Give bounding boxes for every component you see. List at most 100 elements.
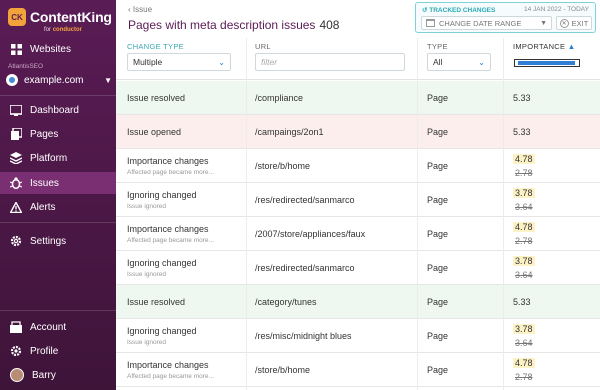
type-cell: Page — [427, 319, 497, 352]
page-type: Page — [427, 228, 449, 239]
importance-cell: 4.78 2.78 — [513, 149, 593, 182]
change-type-cell: Ignoring changed Issue ignored — [127, 183, 252, 216]
sidebar-divider — [0, 310, 116, 311]
type-cell: Page — [427, 115, 497, 148]
calendar-icon — [426, 19, 435, 27]
importance-cell: 3.78 3.64 — [513, 183, 593, 216]
url-cell: /store/b/home — [255, 353, 415, 386]
app-name: ContentKing — [30, 9, 112, 25]
url-cell: /category/tunes — [255, 285, 415, 318]
sidebar-item-account[interactable]: Account — [0, 316, 116, 338]
page-title-text: Pages with meta description issues — [128, 18, 316, 32]
type-cell: Page — [427, 183, 497, 216]
column-divider — [246, 38, 247, 390]
chevron-down-icon: ⌄ — [218, 57, 225, 67]
column-header-change-type[interactable]: CHANGE TYPE — [127, 42, 184, 51]
table-row[interactable]: Ignoring changed Issue ignored/res/redire… — [116, 251, 600, 285]
table-row[interactable]: Ignoring changed Issue ignored/res/redire… — [116, 183, 600, 217]
importance-cell: 4.78 2.78 — [513, 217, 593, 250]
change-type: Issue opened — [127, 126, 182, 137]
sidebar-item-label: Websites — [30, 43, 71, 55]
page-url: /category/tunes — [255, 296, 317, 307]
back-link[interactable]: ‹ Issue — [128, 5, 152, 14]
sidebar-item-dashboard[interactable]: Dashboard — [0, 99, 116, 121]
importance-previous-value: 3.64 — [515, 269, 533, 280]
table-row[interactable]: Issue resolved/category/tunes Page 5.33 — [116, 285, 600, 319]
change-type-filter[interactable]: Multiple ⌄ — [127, 53, 231, 71]
sidebar-item-pages[interactable]: Pages — [0, 123, 116, 145]
alerts-icon — [10, 201, 22, 213]
type-cell: Page — [427, 353, 497, 386]
dashboard-icon — [10, 104, 22, 116]
exit-label: EXIT — [571, 18, 589, 28]
change-type: Importance changes — [127, 155, 209, 166]
site-favicon-icon — [6, 74, 18, 86]
type-filter-value: All — [433, 57, 443, 67]
page-url: /store/b/home — [255, 364, 311, 375]
team-label: AtlantisSEO — [8, 63, 44, 70]
sidebar-item-profile[interactable]: Profile — [0, 340, 116, 362]
page-type: Page — [427, 262, 449, 273]
importance-range-slider[interactable] — [514, 59, 580, 67]
url-cell: /campaings/2on1 — [255, 115, 415, 148]
change-date-range-button[interactable]: CHANGE DATE RANGE ▼ — [421, 16, 552, 30]
sidebar-item-websites[interactable]: Websites — [0, 38, 116, 60]
importance-cell: 4.78 2.78 — [513, 353, 593, 386]
tracked-changes-label: ↺ TRACKED CHANGES — [422, 6, 495, 14]
logo[interactable]: CK ContentKing — [8, 8, 112, 26]
table-row[interactable]: Importance changes Affected page became m… — [116, 149, 600, 183]
table-row[interactable]: Importance changes Affected page became m… — [116, 217, 600, 251]
account-icon — [10, 321, 22, 333]
sidebar: CK ContentKing for conductor Websites At… — [0, 0, 116, 390]
importance-range-fill — [518, 61, 575, 65]
table-row[interactable]: Issue resolved/compliance Page 5.33 — [116, 81, 600, 115]
back-link-label: Issue — [132, 5, 153, 14]
sidebar-item-platform[interactable]: Platform — [0, 147, 116, 169]
change-type-cell: Ignoring changed Issue ignored — [127, 319, 252, 352]
sidebar-item-issues[interactable]: Issues — [0, 172, 116, 194]
chevron-down-icon: ⌄ — [478, 57, 485, 67]
importance-value: 3.78 — [513, 255, 535, 266]
sidebar-divider — [0, 95, 116, 96]
change-type: Ignoring changed — [127, 325, 197, 336]
profile-icon — [10, 345, 22, 357]
type-filter[interactable]: All ⌄ — [427, 53, 491, 71]
column-header-importance[interactable]: IMPORTANCE ▲ — [513, 42, 575, 51]
url-filter-input[interactable]: filter — [255, 53, 405, 71]
page-type: Page — [427, 92, 449, 103]
table-row[interactable]: Ignoring changed Issue ignored/res/misc/m… — [116, 319, 600, 353]
sidebar-item-alerts[interactable]: Alerts — [0, 196, 116, 218]
chevron-left-icon: ‹ — [128, 5, 131, 14]
change-description: Issue ignored — [127, 270, 167, 278]
table-row[interactable]: Importance changes Affected page became m… — [116, 353, 600, 387]
importance-value: 5.33 — [513, 126, 531, 137]
site-selector[interactable]: example.com ▼ — [6, 72, 112, 88]
history-icon: ↺ — [422, 7, 428, 14]
change-type-cell: Importance changes Affected page became m… — [127, 149, 252, 182]
change-type: Ignoring changed — [127, 189, 197, 200]
importance-cell: 5.33 — [513, 285, 593, 318]
table-row[interactable]: Issue opened/campaings/2on1 Page 5.33 — [116, 115, 600, 149]
page-type: Page — [427, 364, 449, 375]
column-header-url[interactable]: URL — [255, 42, 271, 51]
exit-button[interactable]: ✕ EXIT — [556, 16, 592, 30]
sidebar-item-label: Dashboard — [30, 104, 79, 116]
importance-value: 4.78 — [513, 153, 535, 164]
page-url: /compliance — [255, 92, 304, 103]
sidebar-item-label: Settings — [30, 235, 67, 247]
column-header-importance-label: IMPORTANCE — [513, 42, 566, 51]
type-cell: Page — [427, 285, 497, 318]
change-type-cell: Ignoring changed Issue ignored — [127, 251, 252, 284]
sidebar-item-user[interactable]: Barry — [0, 364, 116, 386]
importance-previous-value: 3.64 — [515, 337, 533, 348]
tracked-changes-label-text: TRACKED CHANGES — [429, 7, 496, 14]
type-cell: Page — [427, 251, 497, 284]
change-type-cell: Issue resolved — [127, 285, 252, 318]
sidebar-item-settings[interactable]: Settings — [0, 230, 116, 252]
change-description: Affected page became more... — [127, 168, 214, 176]
importance-cell: 3.78 3.64 — [513, 251, 593, 284]
issues-icon — [10, 177, 22, 189]
tracked-date-range: 14 JAN 2022 - TODAY — [523, 6, 589, 13]
change-description: Issue ignored — [127, 202, 167, 210]
column-header-type[interactable]: TYPE — [427, 42, 448, 51]
